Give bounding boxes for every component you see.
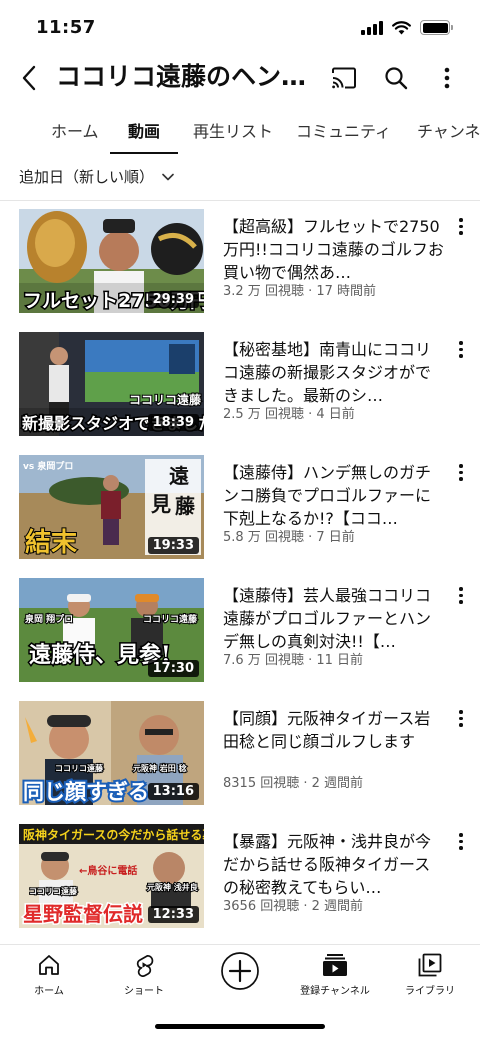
chevron-left-icon: [22, 65, 36, 91]
video-meta: 8315 回視聴 · 2 週間前: [223, 776, 364, 791]
nav-library-label: ライブラリ: [405, 986, 455, 997]
channel-title: ココリコ遠藤のヘン…: [56, 62, 307, 91]
channel-tabs: ホーム 動画 再生リスト コミュニティ チャンネル: [0, 104, 480, 154]
chevron-down-icon: [162, 173, 174, 180]
video-item[interactable]: 泉岡 翔プロ ココリコ遠藤 遠藤侍、見参! 17:30 【遠藤侍】芸人最強ココリ…: [0, 578, 480, 682]
svg-text:元阪神 浅井良: 元阪神 浅井良: [147, 882, 198, 892]
video-title[interactable]: 【超高級】フルセットで2750万円!!ココリコ遠藤のゴルフお買い物で偶然あ…: [223, 215, 445, 284]
nav-subscriptions-label: 登録チャンネル: [300, 986, 370, 997]
thumbnail-overlay-text: 星野監督伝説: [23, 902, 143, 926]
nav-library[interactable]: ライブラリ: [390, 953, 470, 997]
library-icon: [418, 953, 442, 977]
svg-text:遠: 遠: [169, 464, 189, 488]
nav-subscriptions[interactable]: 登録チャンネル: [295, 953, 375, 997]
nav-create[interactable]: [200, 951, 280, 991]
video-more-button[interactable]: [450, 215, 472, 239]
video-title[interactable]: 【暴露】元阪神・浅井良が今だから話せる阪神タイガースの秘密教えてもらい…: [223, 830, 445, 899]
video-more-button[interactable]: [450, 707, 472, 731]
svg-text:ココリコ遠藤: ココリコ遠藤: [129, 392, 202, 407]
video-duration: 13:16: [147, 783, 199, 800]
video-more-button[interactable]: [450, 338, 472, 362]
video-item[interactable]: 遠 見 藤 vs 泉岡プロ 結末 19:33 【遠藤侍】ハンデ無しのガチンコ勝負…: [0, 455, 480, 559]
video-title[interactable]: 【遠藤侍】芸人最強ココリコ遠藤がプロゴルファーとハンデ無しの真剣対決!!【…: [223, 584, 445, 653]
more-options-button[interactable]: [431, 62, 463, 94]
video-more-button[interactable]: [450, 584, 472, 608]
status-bar: 11:57: [0, 0, 480, 56]
search-button[interactable]: [380, 62, 412, 94]
video-title[interactable]: 【遠藤侍】ハンデ無しのガチンコ勝負でプロゴルファーに下剋上なるか!?【ココ…: [223, 461, 445, 530]
create-icon: [221, 952, 259, 990]
svg-text:ココリコ遠藤: ココリコ遠藤: [143, 613, 198, 625]
video-duration: 17:30: [147, 660, 199, 677]
video-duration: 18:39: [147, 414, 199, 431]
subscriptions-icon: [323, 954, 347, 976]
home-icon: [39, 955, 59, 975]
svg-text:元阪神 岩田 稔: 元阪神 岩田 稔: [133, 763, 187, 773]
search-icon: [385, 67, 408, 90]
svg-text:阪神タイガースの今だから話せる裏側: 阪神タイガースの今だから話せる裏側: [23, 827, 204, 842]
tab-community[interactable]: コミュニティ: [296, 118, 391, 142]
status-time: 11:57: [36, 17, 96, 38]
video-more-button[interactable]: [450, 830, 472, 854]
more-vertical-icon: [444, 67, 450, 89]
tab-home[interactable]: ホーム: [51, 118, 99, 142]
shorts-icon: [136, 954, 154, 977]
video-meta: 3.2 万 回視聴 · 17 時間前: [223, 284, 377, 299]
svg-text:ココリコ遠藤: ココリコ遠藤: [55, 763, 104, 773]
nav-shorts[interactable]: ショート: [104, 953, 184, 997]
video-duration: 29:39: [147, 291, 199, 308]
video-thumbnail[interactable]: ココリコ遠藤 元阪神 岩田 稔 同じ顔すぎる 13:16: [19, 701, 204, 805]
cast-icon: [332, 67, 356, 89]
video-thumbnail[interactable]: 泉岡 翔プロ ココリコ遠藤 遠藤侍、見参! 17:30: [19, 578, 204, 682]
video-item[interactable]: ココリコ遠藤 新撮影スタジオできました 18:39 【秘密基地】南青山にココリコ…: [0, 332, 480, 436]
wifi-icon: [392, 20, 411, 34]
video-thumbnail[interactable]: 遠 見 藤 vs 泉岡プロ 結末 19:33: [19, 455, 204, 559]
cast-button[interactable]: [328, 62, 360, 94]
nav-home-label: ホーム: [34, 986, 64, 997]
video-title[interactable]: 【秘密基地】南青山にココリコ遠藤の新撮影スタジオができました。最新のシ…: [223, 338, 445, 407]
video-item[interactable]: 阪神タイガースの今だから話せる裏側 ←鳥谷に電話 ココリコ遠藤 元阪神 浅井良 …: [0, 824, 480, 928]
video-more-button[interactable]: [450, 461, 472, 485]
svg-text:見: 見: [151, 492, 171, 516]
nav-home[interactable]: ホーム: [9, 953, 89, 997]
video-meta: 7.6 万 回視聴 · 11 日前: [223, 653, 364, 668]
cellular-signal-icon: [361, 20, 383, 35]
video-duration: 19:33: [147, 537, 199, 554]
sort-dropdown[interactable]: 追加日（新しい順）: [19, 166, 174, 187]
tab-videos[interactable]: 動画: [128, 118, 160, 142]
sort-label: 追加日（新しい順）: [19, 168, 155, 186]
svg-text:←鳥谷に電話: ←鳥谷に電話: [79, 864, 137, 877]
video-meta: 2.5 万 回視聴 · 4 日前: [223, 407, 355, 422]
video-duration: 12:33: [147, 906, 199, 923]
svg-text:泉岡 翔プロ: 泉岡 翔プロ: [24, 613, 73, 625]
back-button[interactable]: [14, 60, 44, 96]
video-thumbnail[interactable]: ココリコ遠藤 新撮影スタジオできました 18:39: [19, 332, 204, 436]
video-item[interactable]: フルセット2750万円 29:39 【超高級】フルセットで2750万円!!ココリ…: [0, 209, 480, 313]
video-thumbnail[interactable]: 阪神タイガースの今だから話せる裏側 ←鳥谷に電話 ココリコ遠藤 元阪神 浅井良 …: [19, 824, 204, 928]
video-item[interactable]: ココリコ遠藤 元阪神 岩田 稔 同じ顔すぎる 13:16 【同顔】元阪神タイガー…: [0, 701, 480, 805]
video-thumbnail[interactable]: フルセット2750万円 29:39: [19, 209, 204, 313]
svg-text:ココリコ遠藤: ココリコ遠藤: [29, 886, 78, 896]
active-tab-indicator: [110, 152, 178, 154]
video-meta: 3656 回視聴 · 2 週間前: [223, 899, 364, 914]
tab-playlists[interactable]: 再生リスト: [193, 118, 273, 142]
status-icons: [361, 20, 453, 35]
home-indicator: [155, 1024, 325, 1029]
battery-icon: [420, 20, 453, 35]
tab-channels[interactable]: チャンネル: [417, 118, 480, 142]
svg-text:藤: 藤: [174, 494, 196, 518]
channel-header: ココリコ遠藤のヘン…: [0, 56, 480, 100]
nav-shorts-label: ショート: [124, 986, 164, 997]
video-meta: 5.8 万 回視聴 · 7 日前: [223, 530, 355, 545]
video-title[interactable]: 【同顔】元阪神タイガース岩田稔と同じ顔ゴルフします: [223, 707, 445, 753]
svg-text:vs 泉岡プロ: vs 泉岡プロ: [23, 460, 73, 472]
divider: [0, 200, 480, 201]
thumbnail-overlay-text: 結末: [25, 527, 78, 558]
thumbnail-overlay-text: 同じ顔すぎる: [23, 780, 149, 804]
